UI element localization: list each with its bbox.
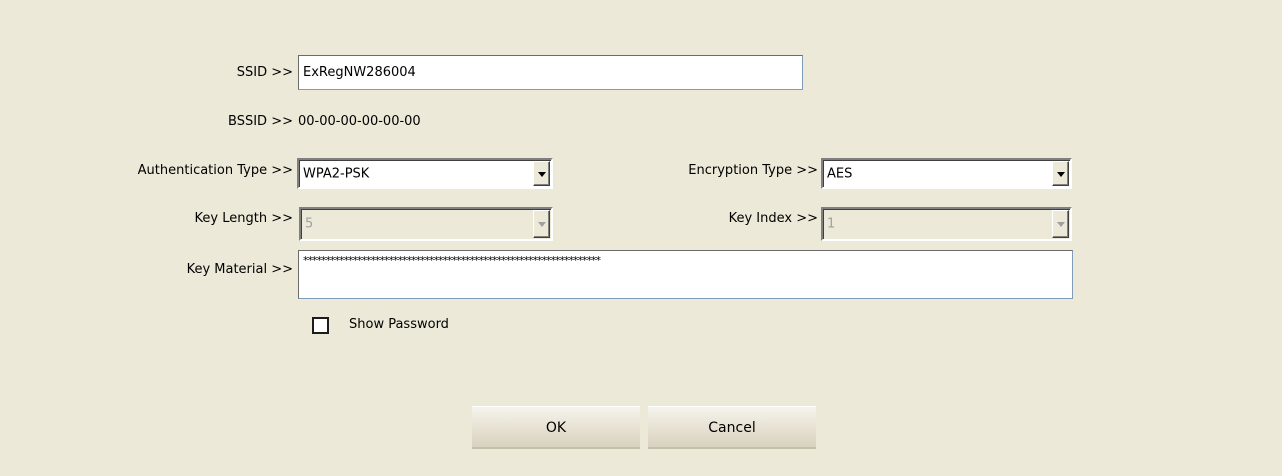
ssid-input[interactable]: ExRegNW286004 [298, 55, 803, 90]
show-password-checkbox[interactable] [312, 317, 329, 334]
encryption-type-value: AES [827, 166, 853, 181]
key-length-label: Key Length >> [194, 211, 293, 226]
bssid-value: 00-00-00-00-00-00 [298, 114, 421, 129]
authentication-type-label: Authentication Type >> [137, 163, 293, 178]
key-material-label: Key Material >> [186, 262, 293, 277]
encryption-type-select[interactable]: AES [821, 158, 1072, 189]
key-length-value: 5 [305, 216, 314, 232]
key-index-dropdown-button[interactable] [1052, 210, 1069, 238]
key-length-dropdown-button[interactable] [533, 210, 550, 238]
chevron-down-icon [1056, 171, 1065, 177]
ssid-value: ExRegNW286004 [303, 65, 416, 80]
authentication-type-dropdown-button[interactable] [533, 161, 550, 186]
encryption-type-label: Encryption Type >> [688, 163, 818, 178]
authentication-type-select[interactable]: WPA2-PSK [297, 158, 553, 189]
authentication-type-value: WPA2-PSK [303, 166, 370, 181]
key-material-input[interactable]: ****************************************… [298, 250, 1073, 299]
key-length-select[interactable]: 5 [299, 207, 553, 241]
show-password-label[interactable]: Show Password [349, 317, 449, 333]
bssid-label: BSSID >> [228, 114, 293, 129]
chevron-down-icon [1056, 222, 1065, 227]
cancel-button[interactable]: Cancel [648, 406, 816, 449]
encryption-type-dropdown-button[interactable] [1052, 161, 1069, 186]
ok-button[interactable]: OK [472, 406, 640, 449]
chevron-down-icon [537, 171, 546, 177]
key-index-value: 1 [827, 216, 836, 232]
ssid-label: SSID >> [236, 65, 293, 80]
wireless-profile-dialog: SSID >> ExRegNW286004 BSSID >> 00-00-00-… [0, 0, 1282, 476]
chevron-down-icon [537, 222, 546, 227]
key-index-label: Key Index >> [728, 211, 818, 226]
key-index-select[interactable]: 1 [821, 207, 1072, 241]
key-material-value: ****************************************… [303, 254, 601, 267]
